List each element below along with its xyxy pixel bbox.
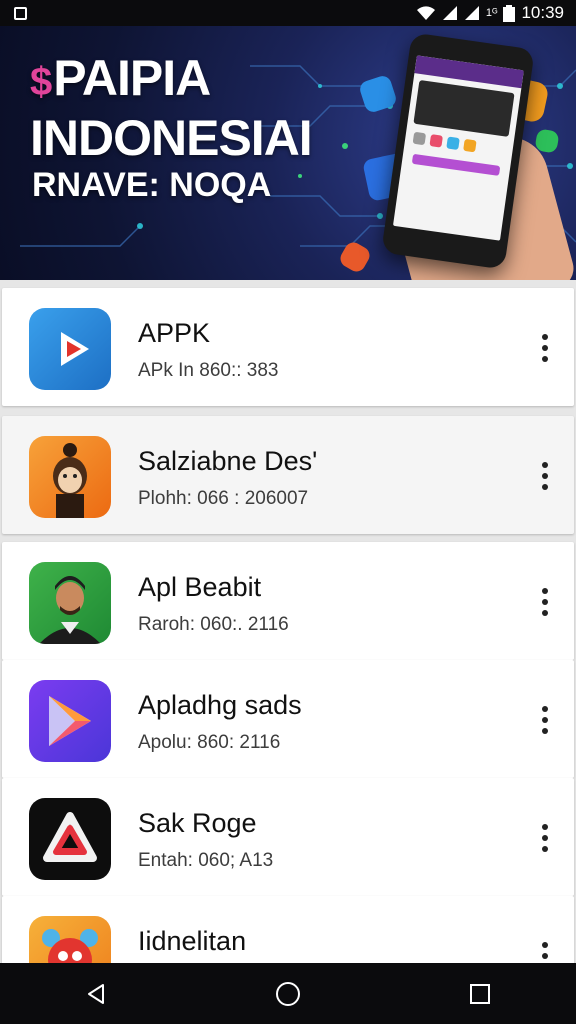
banner-title-line2: INDONESIAI	[30, 110, 313, 166]
app-name: Sak Roge	[138, 808, 257, 838]
phone-icon-row	[412, 131, 506, 157]
status-bar: 1ᴳ 10:39	[0, 0, 576, 26]
signal-icon	[464, 6, 479, 20]
list-item[interactable]: Apladhg sads Apolu: 860: 2116	[2, 660, 574, 778]
back-icon[interactable]	[66, 972, 126, 1016]
list-item[interactable]: Sak Roge Entah: 060; A13	[2, 778, 574, 896]
battery-icon	[503, 4, 516, 22]
phone-screen	[392, 55, 524, 241]
status-left	[14, 6, 27, 20]
banner-title-line1: PAIPIA	[53, 50, 211, 106]
app-meta: APk In 860:: 383	[138, 360, 279, 381]
app-meta: Entah: 060; A13	[138, 850, 274, 871]
list-item[interactable]: APPK APk In 860:: 383	[2, 288, 574, 406]
monkey-icon	[29, 436, 111, 518]
status-right: 1ᴳ 10:39	[416, 3, 564, 23]
more-options-icon[interactable]	[538, 706, 552, 734]
list-item[interactable]: Apl Beabit Raroh: 060:. 2116	[2, 542, 574, 660]
phone-card	[413, 79, 515, 137]
signal-icon	[442, 6, 457, 20]
more-options-icon[interactable]	[538, 588, 552, 616]
app-name: Apladhg sads	[138, 690, 302, 720]
man-avatar-icon	[29, 562, 111, 644]
network-type-label: 1ᴳ	[485, 7, 498, 19]
app-name: APPK	[138, 318, 211, 348]
play-icon	[29, 308, 111, 390]
notification-square-icon	[14, 6, 27, 20]
promo-banner[interactable]: $PAIPIA INDONESIAI RNAVE: NOQA	[0, 26, 576, 280]
more-options-icon[interactable]	[538, 334, 552, 362]
app-meta: Plohh: 066 : 206007	[138, 488, 309, 509]
more-options-icon[interactable]	[538, 824, 552, 852]
play-store-icon	[29, 680, 111, 762]
banner-subtitle: RNAVE: NOQA	[32, 166, 272, 204]
banner-title-symbol: $	[30, 60, 52, 104]
home-icon[interactable]	[258, 972, 318, 1016]
app-name: Salziabne Des'	[138, 446, 318, 476]
app-name: Apl Beabit	[138, 572, 262, 602]
navigation-bar	[0, 963, 576, 1024]
app-name: Iidnelitan	[138, 926, 247, 956]
app-meta: Raroh: 060:. 2116	[138, 614, 289, 635]
phone-button	[411, 153, 501, 176]
more-options-icon[interactable]	[538, 462, 552, 490]
banner-title: $PAIPIA INDONESIAI	[30, 50, 313, 166]
list-item[interactable]: Salziabne Des' Plohh: 066 : 206007	[2, 416, 574, 534]
wifi-icon	[416, 6, 435, 20]
clock: 10:39	[521, 3, 564, 22]
recents-icon[interactable]	[450, 972, 510, 1016]
warning-triangle-icon	[29, 798, 111, 880]
app-meta: Apolu: 860: 2116	[138, 732, 281, 753]
